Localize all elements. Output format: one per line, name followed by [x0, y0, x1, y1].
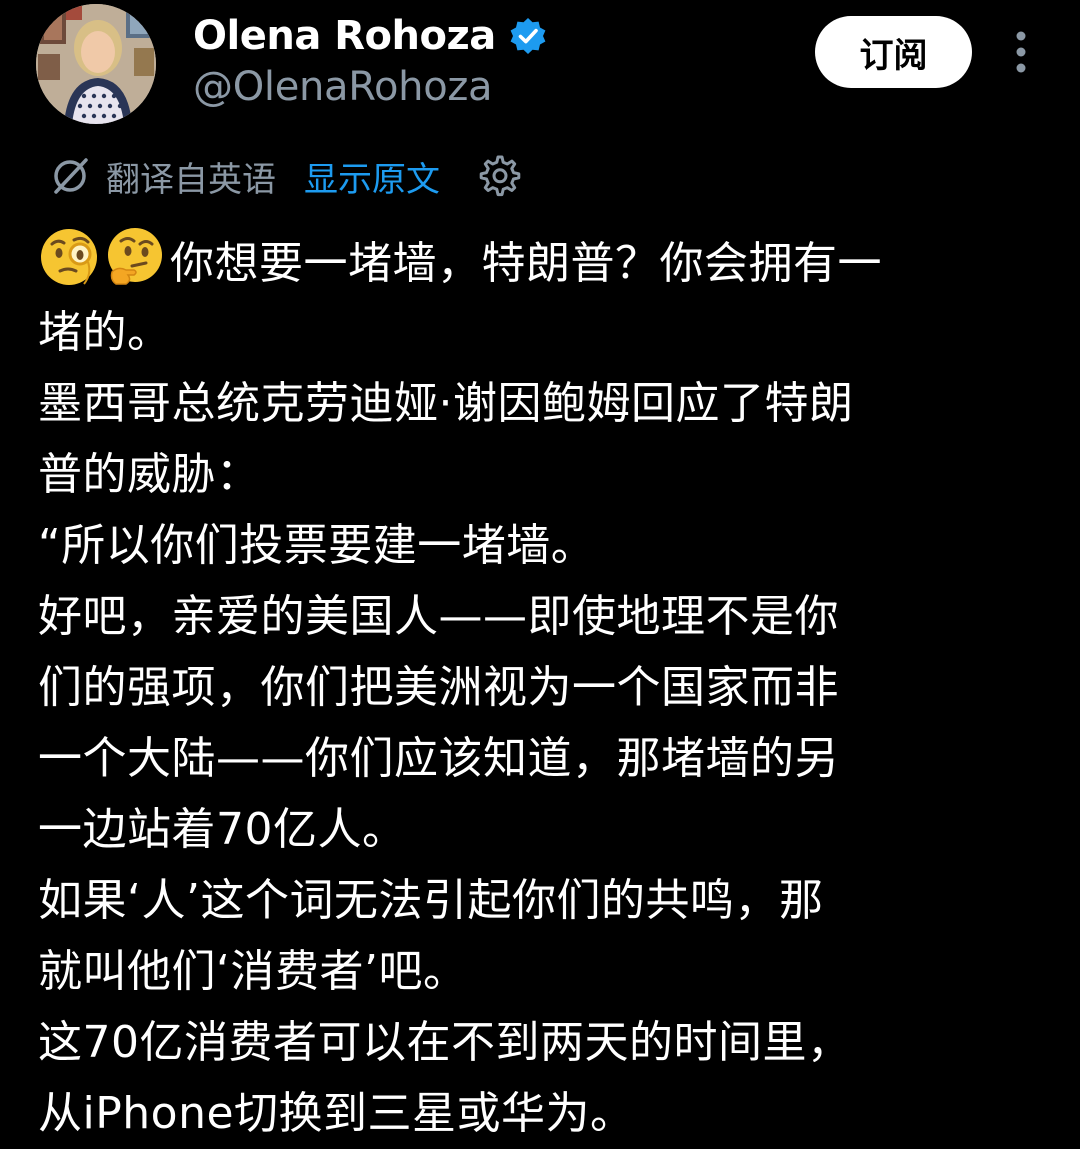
profile-photo-icon [36, 4, 156, 124]
gear-icon[interactable] [478, 154, 522, 198]
subscribe-button[interactable]: 订阅 [815, 16, 972, 88]
tweet-line: 从iPhone切换到三星或华为。 [38, 1088, 635, 1139]
avatar[interactable] [36, 4, 156, 124]
tweet-line: 们的强项，你们把美洲视为一个国家而非 [38, 662, 839, 713]
tweet-line: “所以你们投票要建一堵墙。 [38, 520, 596, 571]
tweet-line: 就叫他们‘消费者’吧。 [38, 946, 468, 997]
tweet-line: 普的威胁： [38, 449, 261, 500]
tweet-line: 如果‘人’这个词无法引起你们的共鸣，那 [38, 875, 824, 926]
tweet-line: 墨西哥总统克劳迪娅·谢因鲍姆回应了特朗 [38, 378, 854, 429]
author-handle[interactable]: @OlenaRohoza [193, 64, 493, 110]
tweet-line-text: 你想要一堵墙，特朗普？你会拥有一 [170, 238, 882, 289]
tweet-line: 这70亿消费者可以在不到两天的时间里， [38, 1017, 852, 1068]
author-name-row: Olena Rohoza [193, 10, 548, 62]
thinking-face-icon [104, 226, 166, 288]
tweet-line: 好吧，亲爱的美国人——即使地理不是你 [38, 591, 839, 642]
tweet-line: 你想要一堵墙，特朗普？你会拥有一 [38, 226, 1048, 297]
tweet-line: 堵的。 [38, 307, 172, 358]
translate-icon [48, 154, 92, 198]
translation-bar: 翻译自英语 显示原文 [48, 148, 522, 204]
translated-from-label: 翻译自英语 [106, 159, 276, 200]
tweet-text: 你想要一堵墙，特朗普？你会拥有一 堵的。 墨西哥总统克劳迪娅·谢因鲍姆回应了特朗… [38, 226, 1048, 1149]
tweet-line: 一边站着70亿人。 [38, 804, 407, 855]
tweet-line: 一个大陆——你们应该知道，那堵墙的另 [38, 733, 839, 784]
tweet-header: Olena Rohoza @OlenaRohoza 订阅 [0, 0, 1080, 140]
more-vertical-icon[interactable] [1006, 28, 1036, 76]
author-display-name[interactable]: Olena Rohoza [193, 13, 496, 59]
show-original-link[interactable]: 显示原文 [304, 152, 440, 201]
face-with-monocle-icon [38, 226, 100, 288]
verified-badge-icon [508, 16, 548, 56]
